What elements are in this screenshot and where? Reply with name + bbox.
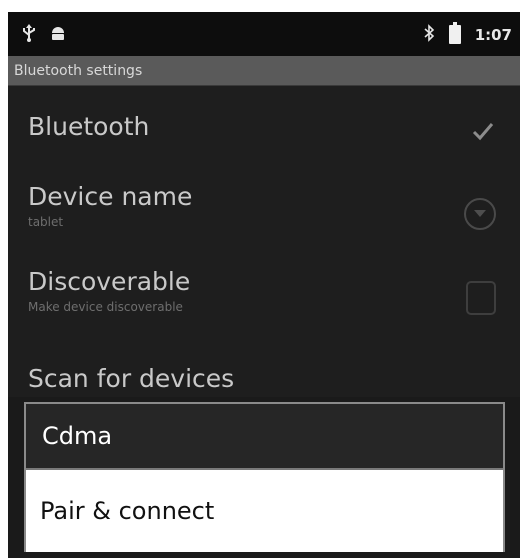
chevron-down-icon[interactable] xyxy=(464,198,496,230)
discoverable-label: Discoverable xyxy=(28,267,191,296)
bluetooth-toggle-row[interactable]: Bluetooth xyxy=(8,112,520,152)
phone-screen: 1:07 Bluetooth settings Bluetooth Device… xyxy=(8,12,520,558)
pair-connect-option[interactable]: Pair & connect xyxy=(26,470,503,552)
discoverable-row[interactable]: Discoverable Make device discoverable xyxy=(8,267,520,327)
discoverable-checkbox[interactable] xyxy=(466,281,496,315)
bluetooth-checkbox[interactable] xyxy=(470,118,496,144)
device-name-label: Device name xyxy=(28,182,193,211)
screen-title: Bluetooth settings xyxy=(8,56,520,86)
bluetooth-icon xyxy=(423,24,435,46)
usb-icon xyxy=(22,24,36,46)
scan-devices-row[interactable]: Scan for devices xyxy=(8,364,520,398)
clock: 1:07 xyxy=(474,26,512,44)
bluetooth-label: Bluetooth xyxy=(28,112,150,141)
status-bar: 1:07 xyxy=(8,12,520,56)
dialog-title: Cdma xyxy=(26,404,503,470)
device-options-dialog: Cdma Pair & connect xyxy=(24,402,505,552)
device-name-value: tablet xyxy=(28,215,64,229)
android-debug-icon xyxy=(50,25,66,45)
discoverable-summary: Make device discoverable xyxy=(28,300,183,314)
scan-devices-label: Scan for devices xyxy=(28,364,235,393)
battery-icon xyxy=(448,22,461,48)
device-name-row[interactable]: Device name tablet xyxy=(8,182,520,242)
